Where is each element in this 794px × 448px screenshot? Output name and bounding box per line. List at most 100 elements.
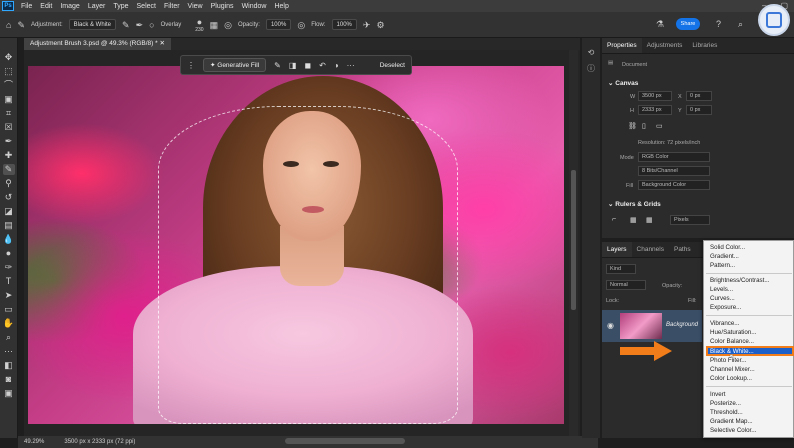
canvas-vertical-scrollbar[interactable] bbox=[569, 50, 578, 436]
tab-channels[interactable]: Channels bbox=[632, 242, 669, 257]
home-icon[interactable]: ⌂ bbox=[6, 20, 11, 30]
search-icon[interactable]: ⌕ bbox=[738, 19, 743, 29]
scrollbar-thumb[interactable] bbox=[571, 170, 576, 310]
fill-select[interactable]: Background Color bbox=[638, 180, 710, 190]
adjustment-brush-tool-icon[interactable]: ✎ bbox=[2, 164, 15, 175]
menu-type[interactable]: Type bbox=[109, 3, 132, 10]
y-field[interactable]: 0 px bbox=[686, 105, 712, 115]
move-tool-icon[interactable]: ✥ bbox=[3, 52, 15, 63]
adjustment-select[interactable]: Black & White bbox=[68, 19, 117, 30]
tab-layers[interactable]: Layers bbox=[602, 242, 632, 257]
zoom-level[interactable]: 49.29% bbox=[24, 439, 44, 445]
crop-tool-icon[interactable]: ⌗ bbox=[3, 108, 15, 119]
guides-icon[interactable]: ▦ bbox=[646, 216, 653, 224]
menu-edit[interactable]: Edit bbox=[36, 3, 56, 10]
tab-properties[interactable]: Properties bbox=[602, 38, 642, 53]
screen-mode-icon[interactable]: ▣ bbox=[3, 388, 15, 399]
menu-window[interactable]: Window bbox=[238, 3, 271, 10]
landscape-icon[interactable]: ▭ bbox=[656, 122, 663, 130]
drag-handle-icon[interactable]: ⋮ bbox=[187, 61, 195, 70]
blur-tool-icon[interactable]: 💧 bbox=[3, 234, 15, 245]
object-select-icon[interactable]: ▣ bbox=[3, 94, 15, 105]
dodge-tool-icon[interactable]: ● bbox=[3, 248, 15, 259]
filter-kind-select[interactable]: Kind bbox=[606, 264, 636, 274]
type-tool-icon[interactable]: T bbox=[3, 276, 15, 287]
menu-curves[interactable]: Curves... bbox=[710, 295, 735, 302]
menu-brightness-contrast[interactable]: Brightness/Contrast... bbox=[710, 277, 770, 284]
frame-tool-icon[interactable]: ☒ bbox=[3, 122, 15, 133]
info-panel-icon[interactable]: ⓘ bbox=[587, 63, 595, 74]
menu-layer[interactable]: Layer bbox=[84, 3, 110, 10]
brush-settings-panel-icon[interactable]: ▦ bbox=[210, 20, 219, 30]
portrait-icon[interactable]: ▯ bbox=[642, 122, 646, 130]
marquee-tool-icon[interactable]: ⬚ bbox=[3, 66, 15, 77]
pressure-icon[interactable]: ◎ bbox=[297, 20, 305, 30]
deselect-button[interactable]: Deselect bbox=[380, 62, 405, 69]
adjustment-icon[interactable]: ◑ bbox=[334, 61, 339, 70]
healing-brush-icon[interactable]: ✚ bbox=[3, 150, 15, 161]
modify-selection-icon[interactable]: ✎ bbox=[274, 61, 281, 70]
menu-filter[interactable]: Filter bbox=[160, 3, 184, 10]
zoom-tool-icon[interactable]: ⌕ bbox=[3, 332, 15, 343]
rulers-grids-header[interactable]: ⌄ Rulers & Grids bbox=[608, 200, 661, 208]
layer-name[interactable]: Background bbox=[666, 322, 698, 328]
eye-icon[interactable]: ◉ bbox=[607, 321, 614, 330]
tab-libraries[interactable]: Libraries bbox=[687, 38, 722, 53]
pressure-opacity-icon[interactable]: ◎ bbox=[224, 20, 232, 30]
menu-view[interactable]: View bbox=[184, 3, 207, 10]
menu-posterize[interactable]: Posterize... bbox=[710, 400, 741, 407]
rectangle-tool-icon[interactable]: ▭ bbox=[3, 304, 15, 315]
layer-row-background[interactable]: ◉ Background bbox=[602, 310, 702, 342]
flow-field[interactable]: 100% bbox=[331, 19, 357, 30]
eyedropper-icon[interactable]: ✒ bbox=[136, 20, 144, 30]
menu-color-balance[interactable]: Color Balance... bbox=[710, 338, 754, 345]
gradient-tool-icon[interactable]: ▤ bbox=[3, 220, 15, 231]
menu-vibrance[interactable]: Vibrance... bbox=[710, 320, 739, 327]
height-field[interactable]: 2333 px bbox=[638, 105, 672, 115]
share-button[interactable]: Share bbox=[676, 18, 700, 30]
document-tab[interactable]: Adjustment Brush 3.psd @ 49.3% (RGB/8) *… bbox=[24, 38, 171, 50]
menu-pattern[interactable]: Pattern... bbox=[710, 262, 735, 269]
menu-gradient[interactable]: Gradient... bbox=[710, 253, 739, 260]
menu-plugins[interactable]: Plugins bbox=[207, 3, 238, 10]
menu-gradient-map[interactable]: Gradient Map... bbox=[710, 418, 753, 425]
menu-color-lookup[interactable]: Color Lookup... bbox=[710, 375, 752, 382]
bit-depth-select[interactable]: 8 Bits/Channel bbox=[638, 166, 710, 176]
quick-mask-icon[interactable]: ◙ bbox=[3, 374, 15, 385]
menu-exposure[interactable]: Exposure... bbox=[710, 304, 741, 311]
menu-threshold[interactable]: Threshold... bbox=[710, 409, 743, 416]
more-tools-icon[interactable]: ··· bbox=[3, 346, 15, 357]
more-options-icon[interactable]: ··· bbox=[347, 61, 355, 70]
undo-icon[interactable]: ↶ bbox=[319, 61, 326, 70]
mask-icon[interactable]: ◼ bbox=[304, 61, 311, 70]
eyedropper-tool-icon[interactable]: ✒ bbox=[3, 136, 15, 147]
grid-icon[interactable]: ▦ bbox=[630, 216, 637, 224]
menu-select[interactable]: Select bbox=[133, 3, 160, 10]
menu-selective-color[interactable]: Selective Color... bbox=[710, 427, 756, 434]
tab-adjustments[interactable]: Adjustments bbox=[642, 38, 688, 53]
menu-levels[interactable]: Levels... bbox=[710, 286, 733, 293]
generative-fill-button[interactable]: ✦ Generative Fill bbox=[203, 58, 267, 72]
tab-paths[interactable]: Paths bbox=[669, 242, 696, 257]
color-swatches-icon[interactable]: ◧ bbox=[3, 360, 15, 371]
canvas-section-header[interactable]: ⌄ Canvas bbox=[608, 79, 638, 87]
help-icon[interactable]: ? bbox=[716, 19, 721, 29]
pen-tool-icon[interactable]: ✑ bbox=[3, 262, 15, 273]
width-field[interactable]: 3500 px bbox=[638, 91, 672, 101]
airbrush-icon[interactable]: ✈ bbox=[363, 20, 371, 30]
history-brush-icon[interactable]: ↺ bbox=[3, 192, 15, 203]
x-field[interactable]: 0 px bbox=[686, 91, 712, 101]
link-dimensions-icon[interactable]: ⛓ bbox=[628, 122, 637, 130]
close-tab-icon[interactable]: ✕ bbox=[159, 40, 164, 47]
blend-mode-select[interactable]: Normal bbox=[606, 280, 646, 290]
path-select-icon[interactable]: ➤ bbox=[3, 290, 15, 301]
screen-capture-widget[interactable] bbox=[758, 4, 790, 36]
lasso-tool-icon[interactable]: ⌒ bbox=[3, 80, 15, 91]
document-image[interactable] bbox=[28, 66, 564, 424]
overlay-radio-icon[interactable]: ○ bbox=[149, 20, 154, 30]
eraser-tool-icon[interactable]: ◪ bbox=[3, 206, 15, 217]
units-select[interactable]: Pixels bbox=[670, 215, 710, 225]
hand-tool-icon[interactable]: ✋ bbox=[3, 318, 15, 329]
mode-select[interactable]: RGB Color bbox=[638, 152, 710, 162]
brush-size-preview[interactable]: ● 230 bbox=[195, 17, 203, 33]
